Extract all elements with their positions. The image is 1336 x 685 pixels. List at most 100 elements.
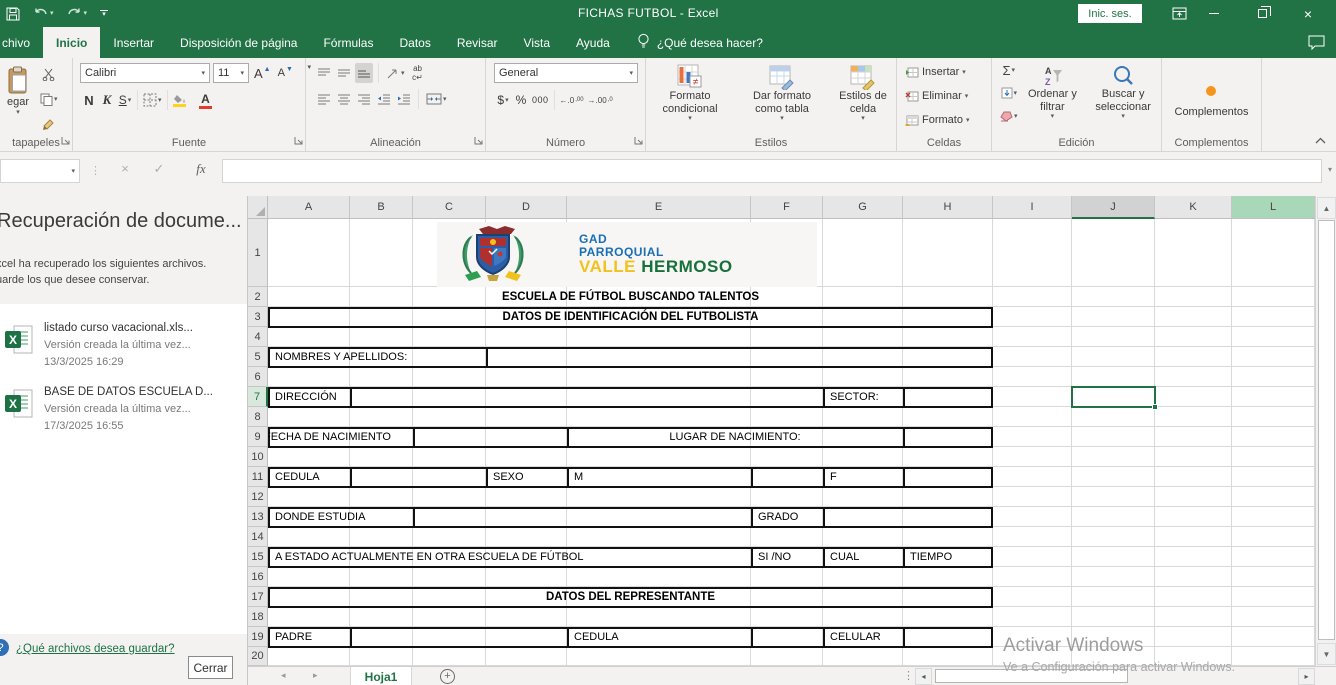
row-header-16[interactable]: 16 bbox=[248, 567, 268, 587]
underline-button[interactable]: S▾ bbox=[116, 90, 134, 110]
column-header-A[interactable]: A bbox=[268, 196, 350, 219]
fill-icon[interactable]: ▾ bbox=[998, 83, 1020, 103]
conditional-formatting-button[interactable]: ≠ Formato condicional ▾ bbox=[646, 60, 734, 135]
column-header-I[interactable]: I bbox=[993, 196, 1072, 219]
sheet-tab-hoja1[interactable]: Hoja1 bbox=[350, 667, 412, 685]
column-header-E[interactable]: E bbox=[567, 196, 751, 219]
copy-icon[interactable]: ▾ bbox=[38, 89, 60, 109]
horizontal-scrollbar-thumb[interactable] bbox=[935, 669, 1128, 683]
collapse-ribbon-icon[interactable] bbox=[1315, 135, 1326, 147]
format-cells-button[interactable]: Formato▾ bbox=[905, 108, 991, 132]
enter-icon[interactable]: ✓ bbox=[146, 161, 172, 177]
find-select-button[interactable]: Buscar y seleccionar ▾ bbox=[1085, 60, 1161, 135]
tab-revisar[interactable]: Revisar bbox=[444, 27, 511, 58]
row-header-6[interactable]: 6 bbox=[248, 367, 268, 387]
comma-format-icon[interactable]: 000 bbox=[530, 90, 551, 110]
borders-icon[interactable]: ▾ bbox=[141, 90, 164, 110]
font-color-icon[interactable]: A▾ bbox=[197, 90, 215, 110]
close-recovery-button[interactable]: Cerrar bbox=[188, 656, 233, 679]
scroll-left-icon[interactable]: ◂ bbox=[915, 668, 932, 685]
insert-function-icon[interactable]: fx bbox=[188, 161, 214, 177]
column-header-G[interactable]: G bbox=[823, 196, 903, 219]
undo-icon[interactable]: ▾ bbox=[33, 8, 54, 20]
format-painter-icon[interactable] bbox=[38, 114, 60, 134]
row-header-13[interactable]: 13 bbox=[248, 507, 268, 527]
row-header-2[interactable]: 2 bbox=[248, 287, 268, 307]
align-right-icon[interactable] bbox=[355, 89, 373, 109]
row-header-19[interactable]: 19 bbox=[248, 627, 268, 647]
align-middle-icon[interactable] bbox=[335, 63, 353, 83]
column-header-F[interactable]: F bbox=[751, 196, 823, 219]
new-sheet-icon[interactable]: + bbox=[440, 669, 455, 684]
grow-font-icon[interactable]: A▲ bbox=[252, 63, 273, 83]
customize-qat-icon[interactable]: ▾ bbox=[100, 10, 108, 18]
row-header-9[interactable]: 9 bbox=[248, 427, 268, 447]
vertical-scrollbar-thumb[interactable] bbox=[1318, 220, 1335, 640]
column-header-D[interactable]: D bbox=[486, 196, 567, 219]
close-button[interactable]: × bbox=[1292, 0, 1324, 27]
italic-button[interactable]: K bbox=[98, 90, 116, 110]
font-size-select[interactable]: 11▾ bbox=[213, 63, 249, 83]
align-bottom-icon[interactable] bbox=[355, 63, 373, 83]
save-icon[interactable] bbox=[6, 7, 20, 21]
cell-styles-button[interactable]: Estilos de celda ▾ bbox=[830, 60, 896, 135]
row-header-4[interactable]: 4 bbox=[248, 327, 268, 347]
sign-in-button[interactable]: Inic. ses. bbox=[1078, 4, 1142, 23]
wrap-text-icon[interactable]: abc↵ bbox=[409, 63, 427, 83]
comment-icon[interactable] bbox=[1307, 34, 1326, 54]
active-cell-selection[interactable] bbox=[1071, 386, 1156, 408]
column-header-L[interactable]: L bbox=[1232, 196, 1315, 219]
percent-format-icon[interactable]: % bbox=[512, 90, 530, 110]
restore-button[interactable] bbox=[1246, 0, 1278, 27]
row-header-12[interactable]: 12 bbox=[248, 487, 268, 507]
bold-button[interactable]: N bbox=[80, 90, 98, 110]
decrease-decimal-icon[interactable]: →.00,0 bbox=[586, 90, 615, 110]
row-header-3[interactable]: 3 bbox=[248, 307, 268, 327]
number-format-select[interactable]: General▾ bbox=[494, 63, 638, 83]
select-all-corner[interactable] bbox=[248, 196, 268, 219]
decrease-indent-icon[interactable] bbox=[375, 89, 393, 109]
font-name-select[interactable]: Calibri▾ bbox=[80, 63, 210, 83]
cut-icon[interactable] bbox=[38, 64, 60, 84]
row-header-15[interactable]: 15 bbox=[248, 547, 268, 567]
column-header-J[interactable]: J bbox=[1072, 196, 1155, 219]
merge-center-icon[interactable]: ▾ bbox=[424, 89, 449, 109]
recovered-file-item[interactable]: X BASE DE DATOS ESCUELA D... Versión cre… bbox=[0, 382, 247, 444]
tell-me-search[interactable]: ¿Qué desea hacer? bbox=[623, 27, 763, 58]
row-header-17[interactable]: 17 bbox=[248, 587, 268, 607]
paste-button[interactable]: egar ▾ bbox=[0, 62, 36, 116]
which-files-link[interactable]: ¿Qué archivos desea guardar? bbox=[16, 643, 175, 655]
tab-ayuda[interactable]: Ayuda bbox=[563, 27, 623, 58]
currency-format-icon[interactable]: $▾ bbox=[494, 90, 512, 110]
tab-insertar[interactable]: Insertar bbox=[100, 27, 167, 58]
recovered-file-item[interactable]: X listado curso vacacional.xls... Versió… bbox=[0, 318, 247, 380]
align-left-icon[interactable] bbox=[315, 89, 333, 109]
ribbon-display-options-icon[interactable] bbox=[1163, 0, 1195, 27]
tab-inicio[interactable]: Inicio bbox=[43, 27, 100, 58]
row-header-8[interactable]: 8 bbox=[248, 407, 268, 427]
name-box[interactable]: ▾ bbox=[0, 159, 80, 183]
row-header-11[interactable]: 11 bbox=[248, 467, 268, 487]
tab-disposicion[interactable]: Disposición de página bbox=[167, 27, 310, 58]
row-header-18[interactable]: 18 bbox=[248, 607, 268, 627]
tab-archivo[interactable]: chivo bbox=[0, 27, 43, 58]
row-header-5[interactable]: 5 bbox=[248, 347, 268, 367]
formula-bar-splitter[interactable]: ⋮ bbox=[90, 164, 101, 177]
align-top-icon[interactable] bbox=[315, 63, 333, 83]
tab-formulas[interactable]: Fórmulas bbox=[310, 27, 386, 58]
scroll-right-icon[interactable]: ▸ bbox=[1298, 668, 1315, 685]
delete-cells-button[interactable]: Eliminar▾ bbox=[905, 84, 991, 108]
shrink-font-icon[interactable]: A▼ bbox=[276, 63, 295, 83]
redo-icon[interactable]: ▾ bbox=[67, 8, 88, 20]
scroll-up-icon[interactable]: ▲ bbox=[1317, 197, 1336, 219]
row-header-1[interactable]: 1 bbox=[248, 219, 268, 287]
minimize-button[interactable] bbox=[1198, 0, 1230, 27]
cancel-icon[interactable]: × bbox=[112, 161, 138, 176]
prev-sheet-icon[interactable]: ◂ bbox=[281, 670, 286, 681]
vertical-scrollbar[interactable]: ▲ ▼ bbox=[1315, 196, 1336, 666]
row-header-20[interactable]: 20 bbox=[248, 647, 268, 666]
orientation-icon[interactable]: ▾ bbox=[384, 63, 407, 83]
column-header-H[interactable]: H bbox=[903, 196, 993, 219]
format-as-table-button[interactable]: Dar formato como tabla ▾ bbox=[738, 60, 826, 135]
row-header-7[interactable]: 7 bbox=[248, 387, 268, 407]
